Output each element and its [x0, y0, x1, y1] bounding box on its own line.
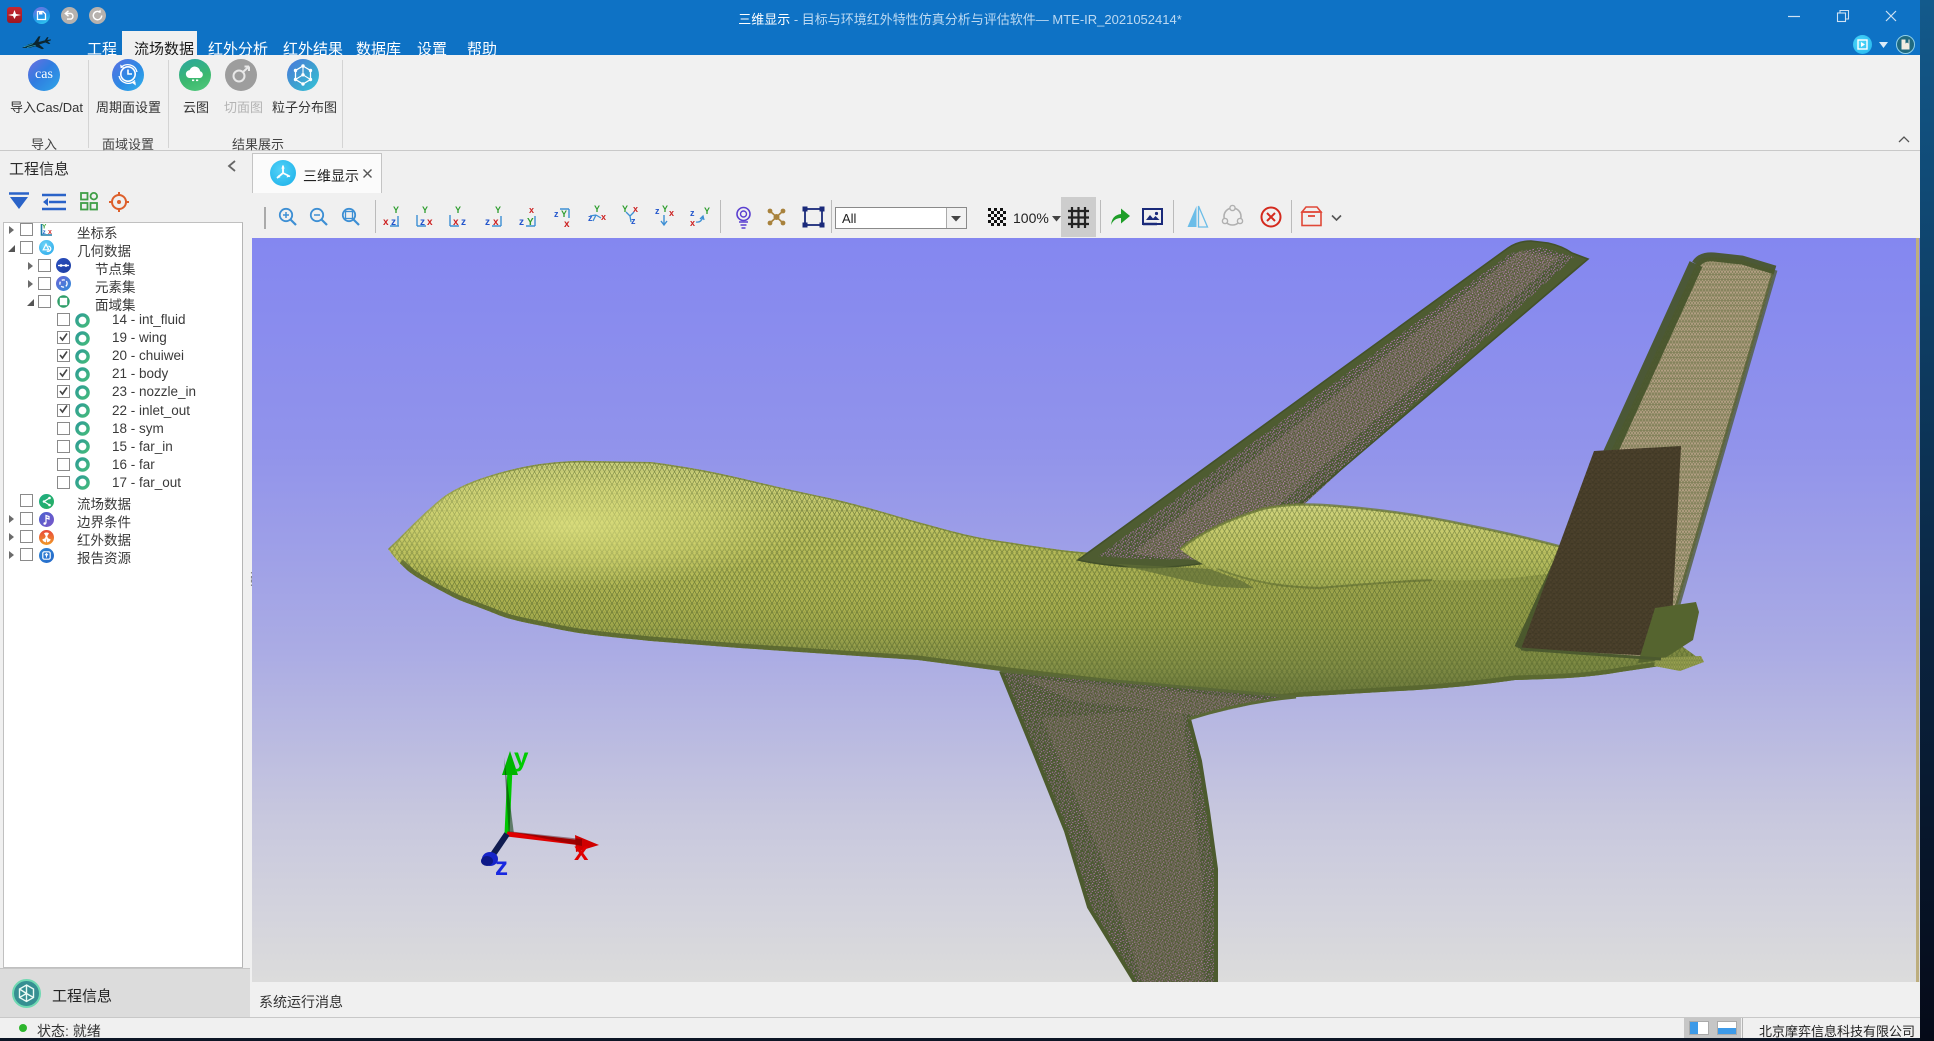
svg-text:y: y [514, 742, 529, 772]
svg-text:x: x [690, 218, 695, 228]
svg-text:Y: Y [594, 204, 600, 214]
svg-text:z: z [588, 213, 593, 223]
svg-text:x: x [427, 217, 433, 228]
svg-text:z: z [485, 217, 490, 228]
svg-text:Y: Y [662, 204, 668, 214]
svg-text:Y: Y [704, 206, 710, 216]
svg-text:x: x [529, 205, 534, 215]
svg-text:z: z [655, 206, 660, 216]
svg-text:z: z [631, 216, 636, 226]
svg-text:z: z [554, 209, 559, 219]
svg-text:x: x [383, 217, 389, 228]
svg-text:x: x [601, 212, 606, 222]
svg-text:z: z [690, 208, 695, 218]
svg-text:z: z [519, 217, 524, 228]
svg-text:x: x [669, 208, 674, 218]
svg-text:Y: Y [561, 209, 567, 219]
svg-text:x: x [574, 836, 589, 866]
svg-text:z: z [495, 851, 508, 881]
svg-text:z: z [461, 217, 466, 228]
svg-text:Y: Y [422, 205, 428, 215]
svg-text:Y: Y [393, 205, 399, 215]
svg-text:x: x [48, 229, 52, 236]
svg-text:Y: Y [495, 205, 501, 215]
svg-text:Y: Y [455, 205, 461, 215]
svg-text:x: x [564, 219, 570, 230]
